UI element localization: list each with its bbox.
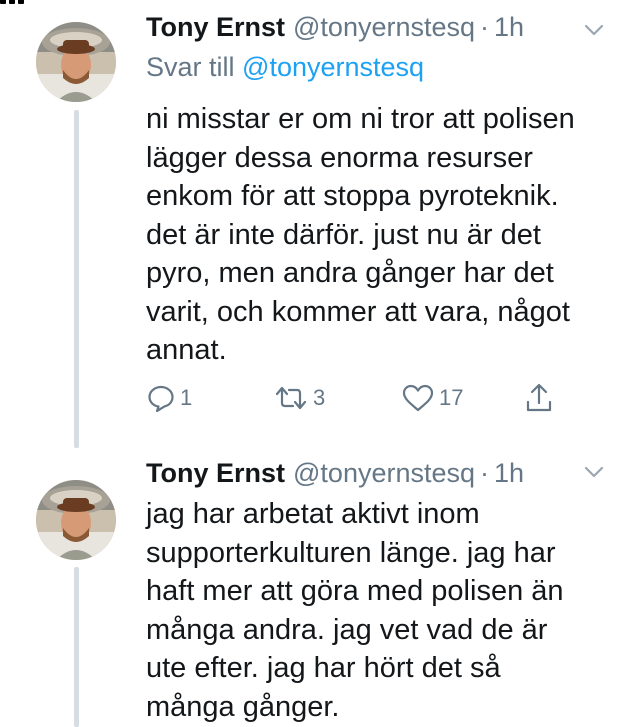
like-button[interactable]: 17 bbox=[401, 378, 463, 418]
dot-separator: · bbox=[480, 458, 490, 488]
thread-line bbox=[74, 110, 79, 448]
tweet-text-line: pyro, men andra gånger har det bbox=[146, 257, 554, 289]
author-handle[interactable]: @tonyernstesq bbox=[293, 12, 475, 43]
tweet-actions: 1 3 17 bbox=[146, 378, 586, 418]
retweet-count: 3 bbox=[313, 385, 326, 410]
reply-icon bbox=[146, 383, 176, 413]
reply-context: Svar till @tonyernstesq bbox=[146, 52, 424, 83]
tweet-text-line: ni misstar er om ni tror att polisen bbox=[146, 103, 575, 135]
tweet-text-line: lägger dessa enorma resurser bbox=[146, 141, 533, 174]
avatar[interactable] bbox=[36, 480, 116, 560]
reply-count: 1 bbox=[180, 385, 193, 410]
tweet-text-line: många gånger. bbox=[146, 690, 340, 723]
tweet-2[interactable]: Tony Ernst @tonyernstesq · 1h jag har ar… bbox=[0, 455, 640, 727]
tweet-text-line: enkom för att stoppa pyroteknik. bbox=[146, 180, 559, 212]
tweet-text-line: haft mer att göra med polisen än bbox=[146, 575, 564, 607]
tweet-text-line: varit, och kommer att vara, något bbox=[146, 295, 570, 328]
reply-button[interactable]: 1 bbox=[146, 378, 192, 418]
reply-prefix: Svar till bbox=[146, 52, 235, 82]
tweet-text-line: jag har arbetat aktivt inom bbox=[146, 498, 480, 530]
share-button[interactable] bbox=[524, 378, 554, 418]
author-name[interactable]: Tony Ernst bbox=[146, 12, 285, 43]
share-icon bbox=[524, 382, 554, 414]
like-count: 17 bbox=[439, 385, 464, 410]
tweet-header: Tony Ernst @tonyernstesq · 1h bbox=[146, 458, 600, 490]
tweet-header: Tony Ernst @tonyernstesq · 1h bbox=[146, 12, 600, 44]
like-icon bbox=[401, 383, 435, 413]
tweet-text-line: många andra. jag vet vad de är bbox=[146, 613, 548, 646]
retweet-icon bbox=[273, 383, 309, 413]
author-handle[interactable]: @tonyernstesq bbox=[293, 458, 475, 489]
tweet-text-line: annat. bbox=[146, 334, 227, 366]
tweet-text: ni misstar er om ni tror att polisen läg… bbox=[146, 100, 616, 370]
dot-separator: · bbox=[480, 12, 490, 42]
tweet-time[interactable]: 1h bbox=[494, 458, 524, 489]
tweet-1[interactable]: Tony Ernst @tonyernstesq · 1h Svar till … bbox=[0, 0, 640, 450]
retweet-button[interactable]: 3 bbox=[273, 378, 325, 418]
tweet-text-line: det är inte därför. just nu är det bbox=[146, 218, 541, 251]
chevron-down-icon[interactable] bbox=[582, 18, 606, 42]
tweet-text: jag har arbetat aktivt inom supporterkul… bbox=[146, 495, 616, 726]
tweet-text-line: ute efter. jag har hört det så bbox=[146, 652, 501, 684]
thread-line bbox=[74, 567, 79, 727]
tweet-text-line: supporterkulturen länge. jag har bbox=[146, 536, 556, 569]
author-name[interactable]: Tony Ernst bbox=[146, 458, 285, 489]
reply-mention-link[interactable]: @tonyernstesq bbox=[242, 52, 424, 82]
avatar[interactable] bbox=[36, 22, 116, 102]
chevron-down-icon[interactable] bbox=[582, 460, 606, 484]
tweet-time[interactable]: 1h bbox=[494, 12, 524, 43]
